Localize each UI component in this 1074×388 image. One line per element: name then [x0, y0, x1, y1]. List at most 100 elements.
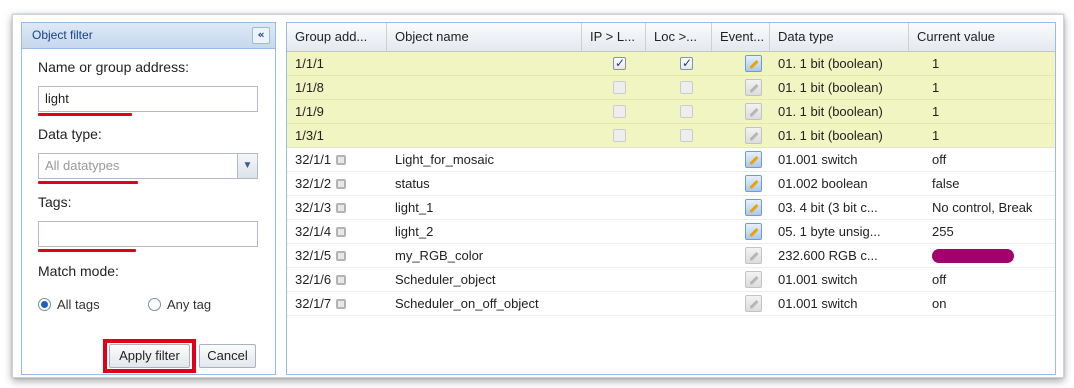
match-mode-label: Match mode:: [38, 263, 119, 279]
group-address-text: 32/1/6: [295, 272, 332, 287]
group-address-text: 1/1/1: [295, 56, 324, 71]
checkbox-disabled-icon[interactable]: [680, 81, 693, 94]
cell-object-name: [387, 124, 582, 148]
cell-object-name: Scheduler_object: [395, 272, 496, 287]
edit-script-icon[interactable]: [745, 79, 762, 96]
radio-any-tag[interactable]: Any tag: [148, 297, 211, 312]
tags-label: Tags:: [38, 194, 72, 210]
table-row[interactable]: 1/1/9 01. 1 bit (boolean) 1: [287, 100, 1055, 124]
checkbox-disabled-icon[interactable]: [613, 129, 626, 142]
table-row[interactable]: 32/1/1 Light_for_mosaic 01.001 switch off: [287, 148, 1055, 172]
datatype-select[interactable]: All datatypes ▼: [38, 153, 258, 179]
group-address-text: 1/1/9: [295, 104, 324, 119]
address-badge-icon: [336, 299, 347, 309]
cell-object-name: [387, 100, 582, 124]
edit-script-icon[interactable]: [745, 199, 762, 216]
table-row[interactable]: 32/1/3 light_1 03. 4 bit (3 bit c... No con…: [287, 196, 1055, 220]
group-address-text: 32/1/2: [295, 176, 332, 191]
cell-object-name: [387, 52, 582, 76]
group-address-text: 1/1/8: [295, 80, 324, 95]
cell-object-name: light_2: [395, 224, 434, 239]
cell-group-address: 1/3/1: [287, 124, 387, 148]
col-object-name[interactable]: Object name: [387, 23, 582, 51]
datatype-label: Data type:: [38, 126, 102, 142]
apply-filter-button[interactable]: Apply filter: [109, 344, 190, 368]
edit-script-icon[interactable]: [745, 247, 762, 264]
cell-current-value: false: [932, 176, 960, 191]
object-filter-panel: Object filter « Name or group address: l…: [21, 22, 276, 375]
group-address-text: 32/1/3: [295, 200, 332, 215]
panel-header: Object filter «: [22, 23, 275, 49]
address-badge-icon: [336, 227, 347, 237]
name-filter-input[interactable]: light: [38, 86, 258, 112]
checkbox-disabled-icon[interactable]: [613, 105, 626, 118]
app-window: Object filter « Name or group address: l…: [12, 14, 1064, 378]
cell-data-type: 05. 1 byte unsig...: [778, 224, 881, 239]
edit-script-icon[interactable]: [745, 127, 762, 144]
table-row[interactable]: 1/3/1 01. 1 bit (boolean) 1: [287, 124, 1055, 148]
col-event[interactable]: Event...: [712, 23, 770, 51]
table-row[interactable]: 32/1/4 light_2 05. 1 byte unsig... 255: [287, 220, 1055, 244]
edit-script-icon[interactable]: [745, 103, 762, 120]
edit-script-icon[interactable]: [745, 55, 762, 72]
cell-data-type: 01. 1 bit (boolean): [778, 80, 883, 95]
color-swatch: [932, 249, 1014, 263]
cell-group-address: 1/1/9: [287, 100, 387, 124]
cell-data-type: 01.001 switch: [778, 296, 858, 311]
col-group-address[interactable]: Group add...: [287, 23, 387, 51]
cancel-button[interactable]: Cancel: [199, 344, 256, 368]
group-address-text: 32/1/4: [295, 224, 332, 239]
table-row[interactable]: 32/1/5 my_RGB_color 232.600 RGB c...: [287, 244, 1055, 268]
cell-object-name: Light_for_mosaic: [395, 152, 494, 167]
cell-object-name: Scheduler_on_off_object: [395, 296, 539, 311]
panel-title: Object filter: [32, 28, 93, 42]
edit-script-icon[interactable]: [745, 295, 762, 312]
edit-script-icon[interactable]: [745, 175, 762, 192]
radio-selected-icon: [38, 298, 51, 311]
table-row[interactable]: 32/1/6 Scheduler_object 01.001 switch off: [287, 268, 1055, 292]
cell-current-value: 1: [932, 56, 940, 71]
table-row[interactable]: 1/1/1 01. 1 bit (boolean) 1: [287, 52, 1055, 76]
edit-script-icon[interactable]: [745, 223, 762, 240]
col-local-to-ip[interactable]: Loc >...: [646, 23, 712, 51]
cell-object-name: status: [395, 176, 430, 191]
double-chevron-left-icon[interactable]: «: [252, 27, 270, 44]
cell-current-value: off: [932, 152, 947, 167]
radio-unselected-icon: [148, 298, 161, 311]
checkbox-disabled-icon[interactable]: [680, 105, 693, 118]
checkbox-disabled-icon[interactable]: [680, 129, 693, 142]
tags-input[interactable]: [38, 221, 258, 247]
radio-all-tags[interactable]: All tags: [38, 297, 100, 312]
address-badge-icon: [336, 203, 347, 213]
grid-header: Group add... Object name IP > L... Loc >…: [287, 23, 1055, 52]
table-row[interactable]: 32/1/7 Scheduler_on_off_object 01.001 swit…: [287, 292, 1055, 316]
edit-script-icon[interactable]: [745, 151, 762, 168]
cell-data-type: 232.600 RGB c...: [778, 248, 878, 263]
datatype-select-value: All datatypes: [45, 158, 120, 173]
cell-object-name: [387, 76, 582, 100]
red-underline: [38, 249, 136, 252]
cell-current-value: 1: [932, 128, 940, 143]
col-current-value[interactable]: Current value: [909, 23, 1057, 51]
table-row[interactable]: 1/1/8 01. 1 bit (boolean) 1: [287, 76, 1055, 100]
edit-script-icon[interactable]: [745, 271, 762, 288]
group-address-text: 32/1/1: [295, 152, 332, 167]
group-address-text: 32/1/5: [295, 248, 332, 263]
cell-group-address: 1/1/8: [287, 76, 387, 100]
cell-group-address: 32/1/1: [287, 148, 387, 172]
radio-all-tags-label: All tags: [57, 297, 100, 312]
cell-group-address: 32/1/6: [287, 268, 387, 292]
table-row[interactable]: 32/1/2 status 01.002 boolean false: [287, 172, 1055, 196]
cell-group-address: 32/1/5: [287, 244, 387, 268]
address-badge-icon: [336, 179, 347, 189]
checkbox-checked-icon[interactable]: [613, 56, 626, 70]
checkbox-disabled-icon[interactable]: [613, 81, 626, 94]
checkbox-checked-icon[interactable]: [680, 56, 693, 70]
cell-current-value: 255: [932, 224, 954, 239]
cell-data-type: 01. 1 bit (boolean): [778, 128, 883, 143]
chevron-down-icon[interactable]: ▼: [237, 154, 257, 178]
address-badge-icon: [336, 251, 347, 261]
address-badge-icon: [336, 275, 347, 285]
col-data-type[interactable]: Data type: [770, 23, 909, 51]
col-ip-to-local[interactable]: IP > L...: [582, 23, 646, 51]
